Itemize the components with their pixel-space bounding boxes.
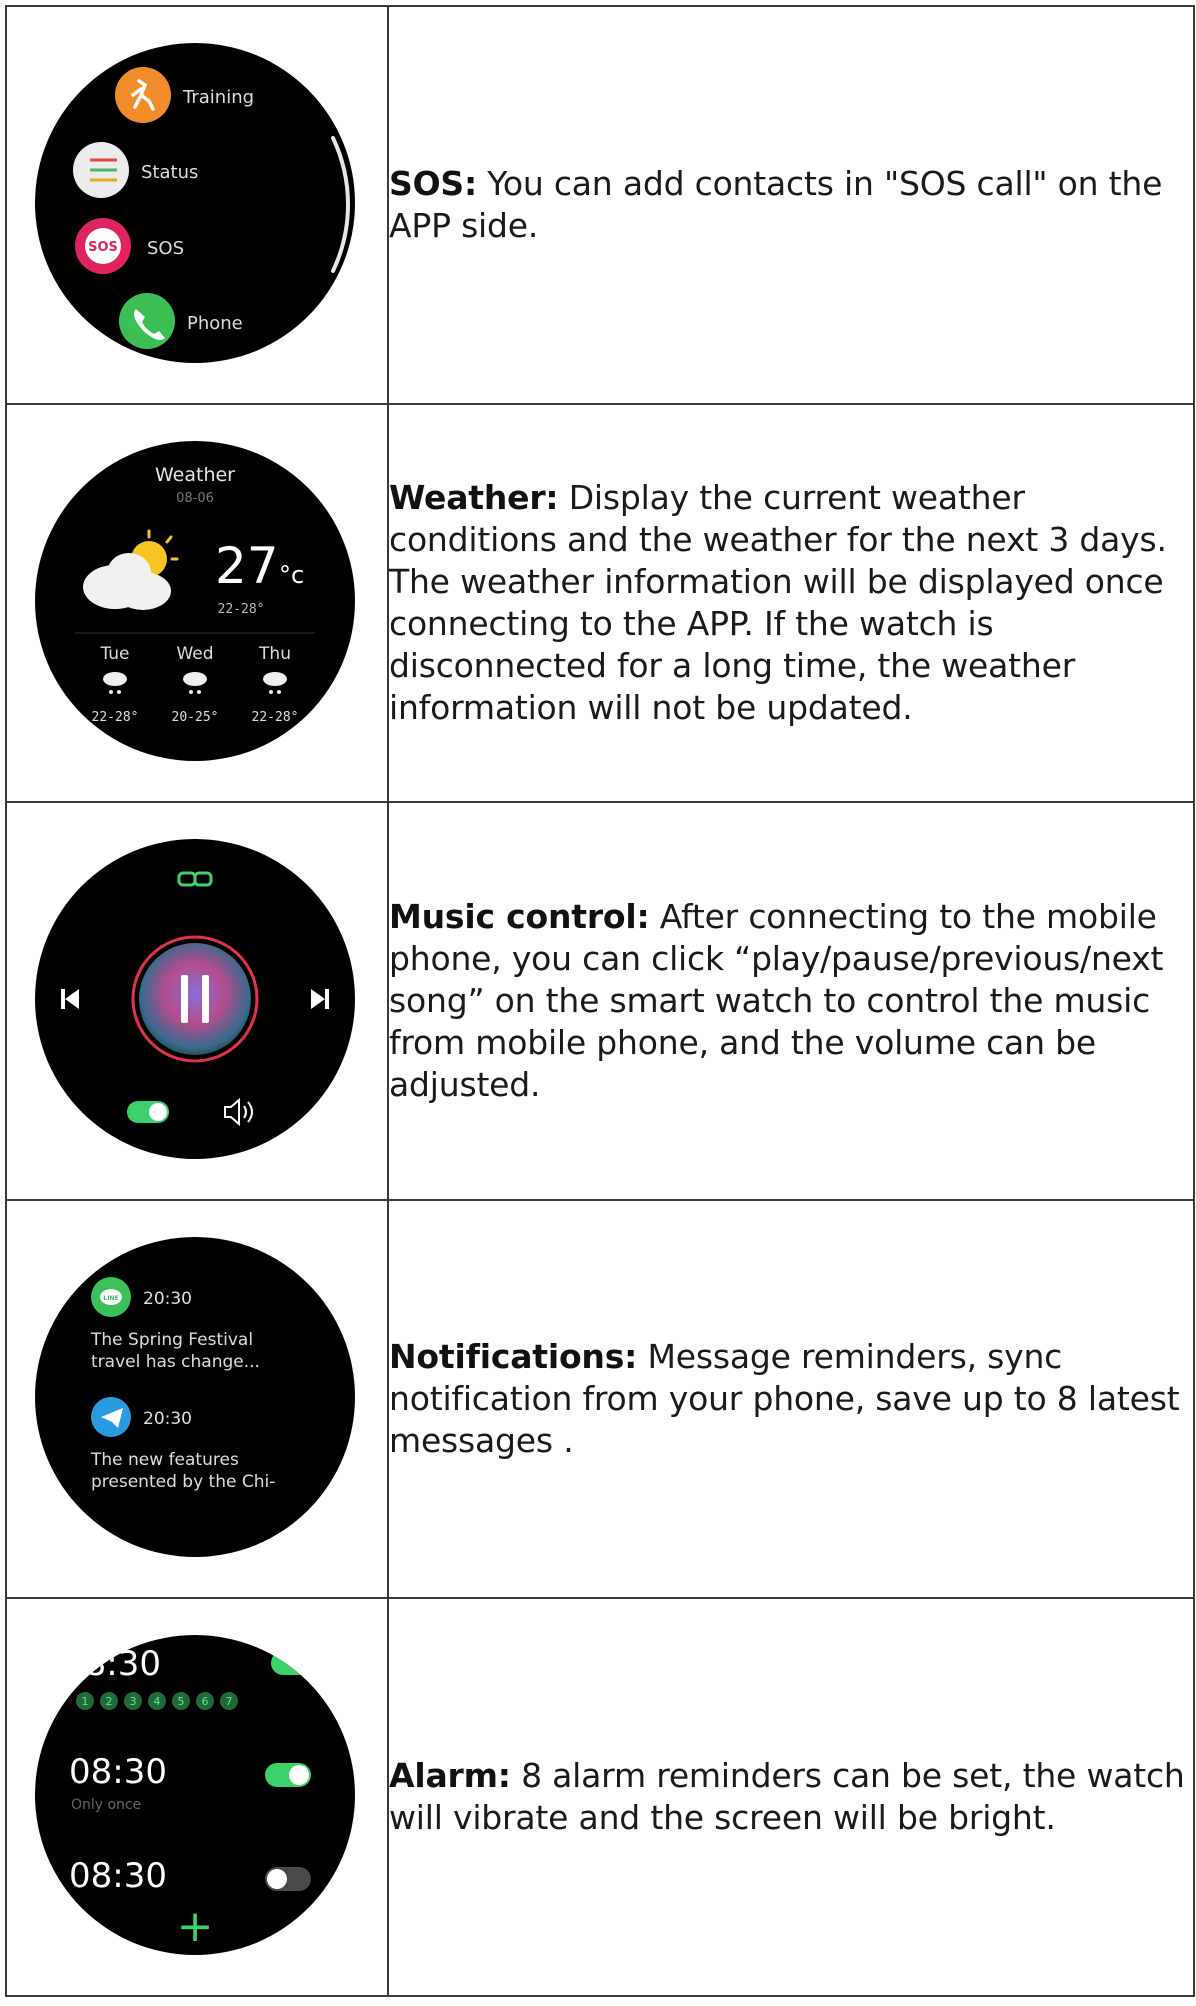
forecast-range: 20-25° [172,710,219,725]
add-alarm-button[interactable]: + [177,1901,214,1952]
alarm-time: 08:30 [63,1644,161,1684]
alarm-repeat-label: Only once [71,1797,141,1813]
notification-line: The Spring Festival [90,1330,253,1350]
current-temperature: 27 [215,537,279,595]
description-text: SOS: You can add contacts in "SOS call" … [389,163,1193,247]
toggle-switch[interactable] [127,1101,169,1123]
weather-date: 08-06 [176,491,214,506]
forecast-day-label: Tue [99,644,129,664]
feature-heading: Alarm: [389,1756,511,1795]
weekday-label: 7 [226,1695,233,1708]
weekday-label: 4 [154,1695,161,1708]
weekday-label: 6 [202,1695,209,1708]
weekday-label: 5 [178,1695,185,1708]
notification-time: 20:30 [143,1409,192,1429]
app-badge-text: LINE [103,1295,118,1302]
feature-row-alarm: 08:30 1 2 3 4 5 6 7 08:30 Only once 08:3… [5,1597,1195,1997]
watch-screen-music [35,839,355,1159]
forecast-range: 22-28° [92,710,139,725]
menu-label: Phone [187,313,243,334]
manual-page: Training Status SOS SOS Phone SOS: You c… [0,0,1196,2006]
watch-screen-weather: Weather 08-06 27 °c 22-28° Tue 22-28° We… [35,441,355,761]
watch-image-cell [5,801,389,1201]
alarm-toggle-on[interactable] [271,1651,317,1675]
sos-badge-text: SOS [88,240,118,255]
description-text: Alarm: 8 alarm reminders can be set, the… [389,1755,1193,1839]
watch-image-cell: Weather 08-06 27 °c 22-28° Tue 22-28° We… [5,403,389,803]
watch-image-cell: Training Status SOS SOS Phone [5,5,389,405]
feature-heading: Music control: [389,897,650,936]
weekday-label: 3 [130,1695,137,1708]
feature-heading: SOS: [389,164,477,203]
forecast-range: 22-28° [252,710,299,725]
notification-line: The new features [90,1450,239,1470]
feature-table: Training Status SOS SOS Phone SOS: You c… [5,5,1195,1997]
notification-time: 20:30 [143,1289,192,1309]
feature-row-music: Music control: After connecting to the m… [5,801,1195,1201]
play-pause-button[interactable] [131,935,259,1063]
feature-row-sos: Training Status SOS SOS Phone SOS: You c… [5,5,1195,405]
description-cell: SOS: You can add contacts in "SOS call" … [387,5,1195,405]
weekday-label: 2 [106,1695,113,1708]
weather-title: Weather [155,464,235,486]
notification-line: travel has change... [91,1352,260,1372]
description-cell: Notifications: Message reminders, sync n… [387,1199,1195,1599]
menu-label: Training [182,87,254,108]
feature-heading: Notifications: [389,1337,638,1376]
temperature-unit: °c [279,561,304,589]
weekday-label: 1 [82,1695,89,1708]
alarm-toggle-on[interactable] [265,1763,311,1787]
watch-screen-sos: Training Status SOS SOS Phone [35,43,355,363]
forecast-day-label: Wed [176,644,213,664]
description-cell: Alarm: 8 alarm reminders can be set, the… [387,1597,1195,1997]
feature-row-weather: Weather 08-06 27 °c 22-28° Tue 22-28° We… [5,403,1195,803]
alarm-time: 08:30 [69,1856,167,1896]
menu-label: SOS [147,238,184,259]
watch-screen-notifications: LINE 20:30 The Spring Festival travel ha… [35,1237,355,1557]
alarm-time: 08:30 [69,1752,167,1792]
description-text: Weather: Display the current weather con… [389,477,1193,729]
feature-body: You can add contacts in "SOS call" on th… [389,164,1163,245]
watch-screen-alarm: 08:30 1 2 3 4 5 6 7 08:30 Only once 08:3… [35,1635,355,1955]
menu-label: Status [141,162,198,183]
notification-line: presented by the Chi- [91,1472,275,1492]
watch-image-cell: 08:30 1 2 3 4 5 6 7 08:30 Only once 08:3… [5,1597,389,1997]
today-range: 22-28° [218,602,265,617]
feature-heading: Weather: [389,478,559,517]
description-cell: Music control: After connecting to the m… [387,801,1195,1201]
description-text: Notifications: Message reminders, sync n… [389,1336,1193,1462]
forecast-day-label: Thu [258,644,291,664]
description-cell: Weather: Display the current weather con… [387,403,1195,803]
watch-image-cell: LINE 20:30 The Spring Festival travel ha… [5,1199,389,1599]
description-text: Music control: After connecting to the m… [389,896,1193,1106]
phone-icon [119,293,175,349]
feature-row-notifications: LINE 20:30 The Spring Festival travel ha… [5,1199,1195,1599]
alarm-toggle-off[interactable] [265,1867,311,1891]
